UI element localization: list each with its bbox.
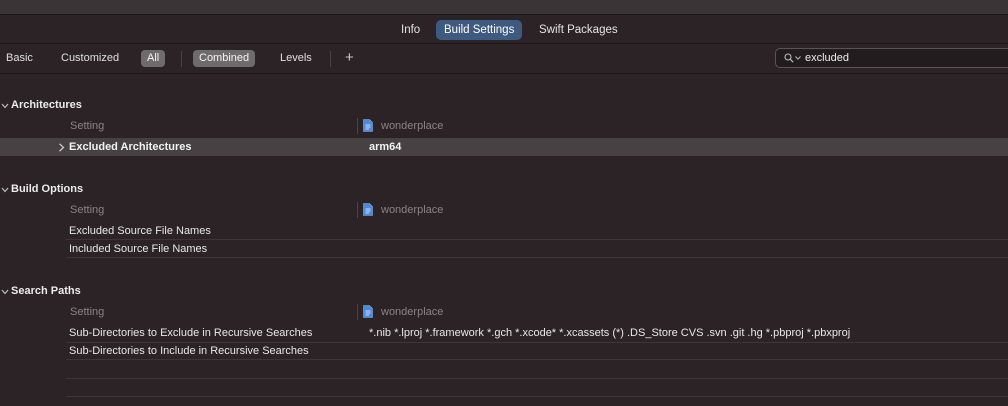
- row-divider: [66, 342, 1008, 343]
- chevron-right-icon[interactable]: [58, 143, 65, 152]
- column-divider: [357, 118, 358, 134]
- chevron-down-icon[interactable]: [1, 288, 9, 296]
- filter-basic-button[interactable]: Basic: [0, 50, 39, 67]
- chevron-down-icon: [795, 56, 801, 60]
- section-title-build-options[interactable]: Build Options: [11, 183, 83, 195]
- chevron-down-icon[interactable]: [1, 102, 9, 110]
- tab-swift-packages[interactable]: Swift Packages: [531, 20, 626, 40]
- settings-content: Architectures Setting wonderplace Exclud…: [0, 74, 1008, 406]
- setting-label-included-source-file-names[interactable]: Included Source File Names: [69, 243, 207, 255]
- column-divider: [357, 202, 358, 218]
- tab-build-settings[interactable]: Build Settings: [436, 20, 523, 40]
- section-title-search-paths[interactable]: Search Paths: [11, 285, 81, 297]
- column-header-target: wonderplace: [381, 306, 444, 318]
- filter-divider: [181, 51, 182, 67]
- filter-divider: [330, 51, 331, 67]
- setting-label-excluded-architectures[interactable]: Excluded Architectures: [69, 141, 191, 153]
- section-title-architectures[interactable]: Architectures: [11, 99, 82, 111]
- filter-customized-button[interactable]: Customized: [55, 50, 125, 67]
- row-divider: [66, 359, 1008, 360]
- target-file-icon: [363, 203, 373, 216]
- column-header-setting: Setting: [70, 306, 105, 318]
- column-header-setting: Setting: [70, 120, 105, 132]
- target-file-icon: [363, 305, 373, 318]
- target-file-icon: [363, 119, 373, 132]
- add-setting-button[interactable]: +: [345, 49, 354, 67]
- editor-tab-bar: Info Build Settings Swift Packages: [0, 15, 1008, 44]
- filter-levels-button[interactable]: Levels: [274, 50, 318, 67]
- search-field[interactable]: excluded: [775, 48, 1008, 68]
- setting-value-sub-directories-exclude[interactable]: *.nib *.lproj *.framework *.gch *.xcode*…: [369, 327, 850, 339]
- setting-label-excluded-source-file-names[interactable]: Excluded Source File Names: [69, 225, 211, 237]
- filter-combined-button[interactable]: Combined: [193, 50, 256, 67]
- row-divider: [66, 378, 1008, 379]
- setting-label-sub-directories-exclude[interactable]: Sub-Directories to Exclude in Recursive …: [69, 327, 312, 339]
- filter-all-button[interactable]: All: [141, 50, 166, 67]
- column-header-target: wonderplace: [381, 120, 444, 132]
- search-input[interactable]: excluded: [805, 52, 849, 64]
- setting-value-excluded-architectures[interactable]: arm64: [369, 141, 401, 153]
- column-divider: [357, 304, 358, 320]
- row-divider: [66, 396, 1008, 397]
- column-header-target: wonderplace: [381, 204, 444, 216]
- column-header-setting: Setting: [70, 204, 105, 216]
- setting-label-sub-directories-include[interactable]: Sub-Directories to Include in Recursive …: [69, 345, 309, 357]
- row-divider: [66, 239, 1008, 240]
- chevron-down-icon[interactable]: [1, 186, 9, 194]
- build-settings-filter-bar: Basic Customized All Combined Levels + e…: [0, 44, 1008, 74]
- window-top-strip: [0, 0, 1008, 15]
- magnifier-icon: [784, 53, 794, 63]
- row-divider: [66, 257, 1008, 258]
- tab-info[interactable]: Info: [393, 20, 428, 40]
